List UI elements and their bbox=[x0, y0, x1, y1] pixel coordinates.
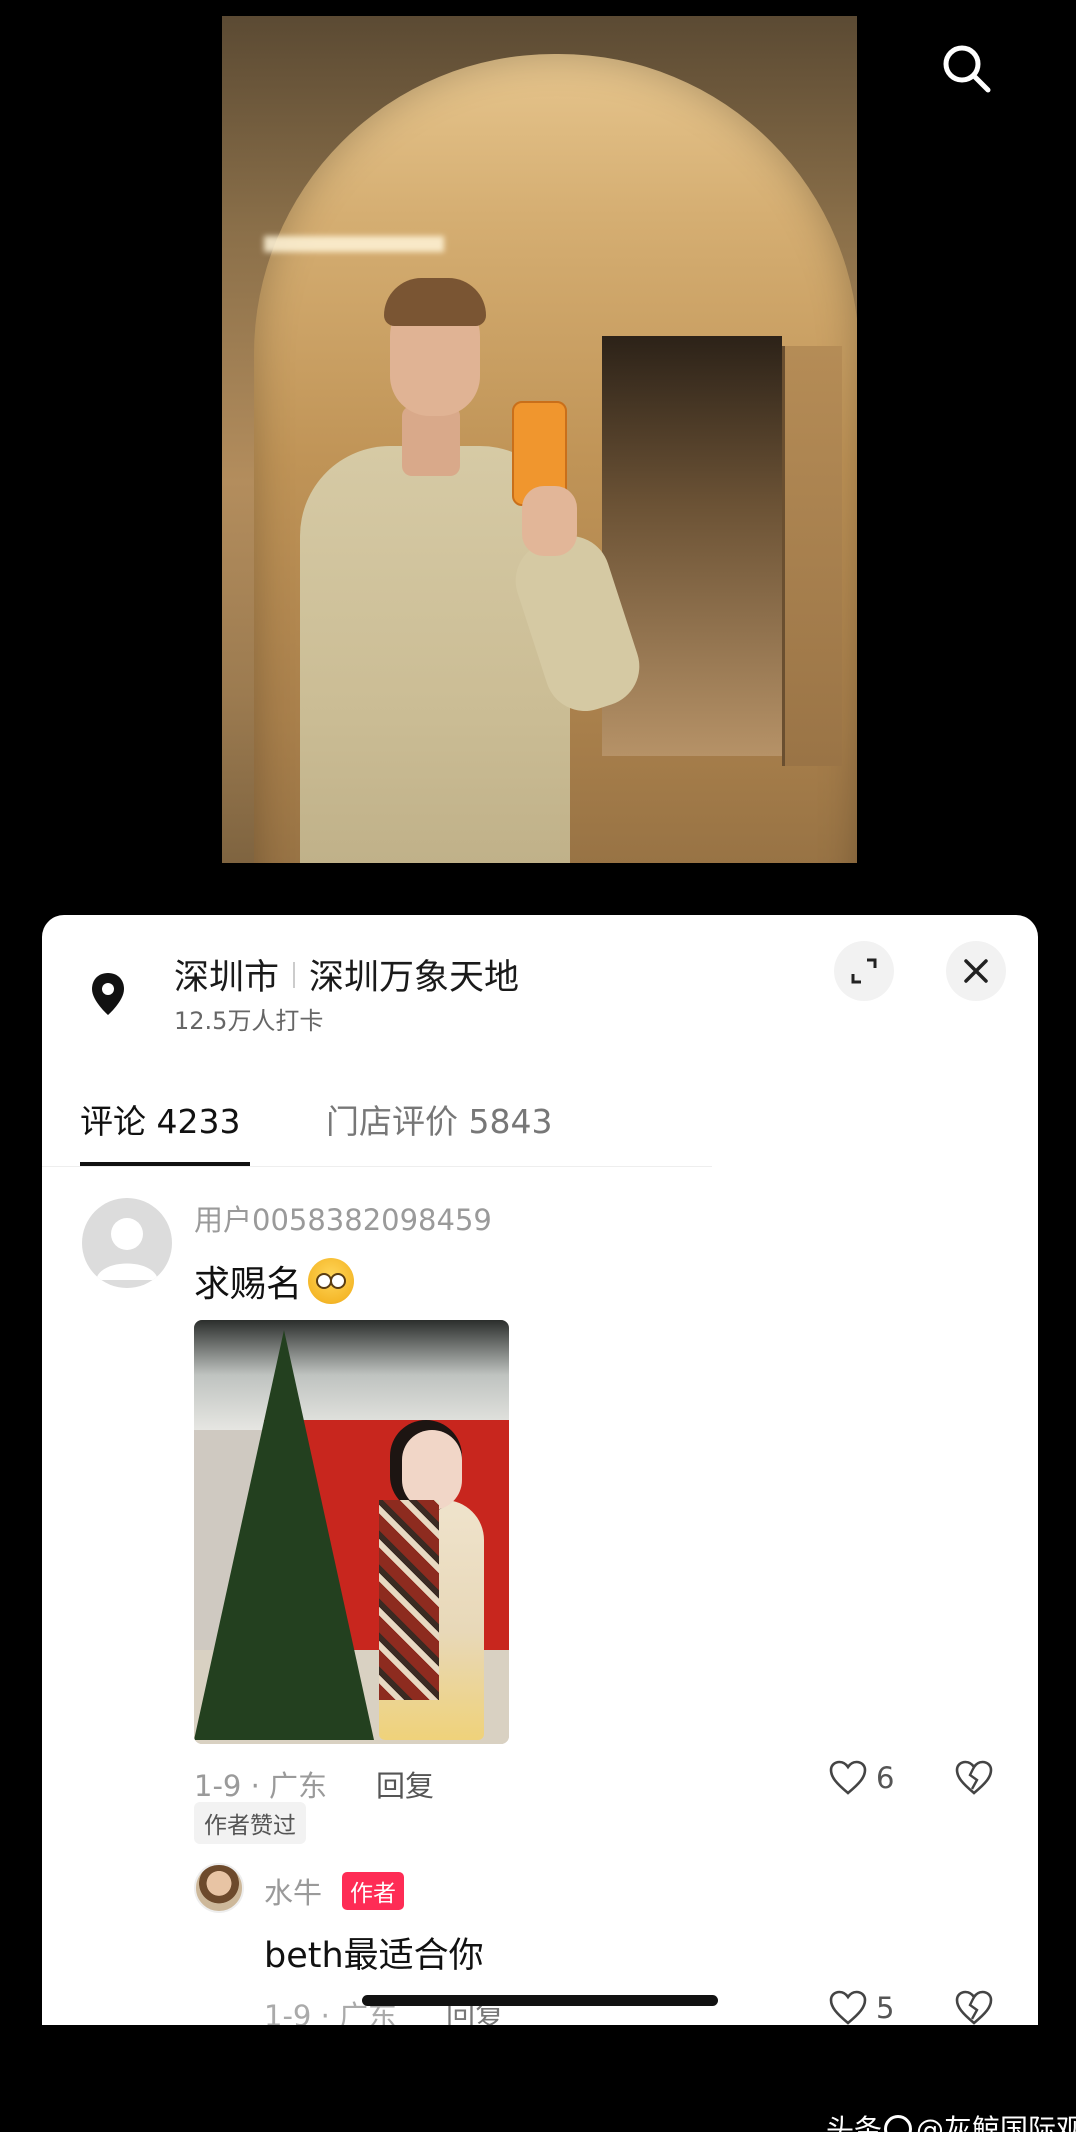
like-count: 6 bbox=[876, 1761, 895, 1795]
author-badge: 作者 bbox=[342, 1872, 404, 1910]
video-frame-mirror-selfie bbox=[222, 16, 857, 863]
pleading-face-emoji-icon bbox=[308, 1258, 355, 1304]
location-pin-icon bbox=[92, 973, 124, 1015]
broken-heart-icon bbox=[955, 1990, 993, 2025]
search-icon bbox=[943, 45, 991, 93]
watermark: 头条 @灰鲸国际观 bbox=[826, 2108, 1076, 2132]
tab-bar: 评论 4233 门店评价 5843 bbox=[80, 1095, 760, 1155]
reply-text: beth最适合你 bbox=[264, 1936, 484, 1976]
reply-button[interactable]: 回复 bbox=[376, 1763, 434, 1805]
comment-photo[interactable] bbox=[194, 1320, 509, 1744]
broken-heart-icon bbox=[955, 1760, 993, 1795]
expand-button[interactable] bbox=[834, 941, 894, 1001]
location-separator bbox=[293, 961, 296, 988]
photo-woman-head bbox=[402, 1430, 462, 1510]
search-button[interactable] bbox=[938, 40, 994, 96]
home-indicator[interactable] bbox=[362, 1995, 718, 2006]
reply-username[interactable]: 水牛 bbox=[264, 1870, 322, 1912]
photo-christmas-tree bbox=[194, 1330, 374, 1740]
toutiao-logo-icon bbox=[884, 2115, 913, 2132]
avatar[interactable] bbox=[82, 1198, 172, 1288]
reply-like-count: 5 bbox=[876, 1991, 895, 2025]
author-liked-tag: 作者赞过 bbox=[194, 1802, 306, 1844]
like-button[interactable]: 6 bbox=[828, 1759, 894, 1797]
watermark-prefix: 头条 bbox=[826, 2113, 883, 2132]
heart-icon bbox=[829, 1760, 867, 1795]
watermark-handle: @灰鲸国际观 bbox=[916, 2113, 1076, 2132]
location-city: 深圳市 bbox=[174, 958, 280, 998]
tab-comments[interactable]: 评论 4233 bbox=[80, 1095, 240, 1143]
person-neck bbox=[402, 406, 460, 476]
location-title[interactable]: 深圳市 深圳万象天地 bbox=[174, 949, 519, 1000]
reply-avatar[interactable] bbox=[194, 1863, 244, 1913]
location-place: 深圳万象天地 bbox=[309, 958, 520, 998]
reply-dislike-button[interactable] bbox=[954, 1989, 994, 2025]
comment-username[interactable]: 用户0058382098459 bbox=[194, 1197, 492, 1239]
default-user-icon bbox=[96, 1218, 158, 1280]
video-area[interactable] bbox=[0, 0, 1076, 915]
comment-date-region: 1-9 · 广东 bbox=[194, 1769, 328, 1803]
person-hair bbox=[384, 278, 486, 326]
person-hand bbox=[522, 486, 577, 556]
location-comments-sheet: 深圳市 深圳万象天地 12.5万人打卡 评论 4233 门店评价 5843 用户… bbox=[42, 915, 1038, 2025]
close-icon bbox=[964, 959, 988, 983]
comment-text: 求赐名 bbox=[194, 1255, 355, 1307]
reply-like-button[interactable]: 5 bbox=[828, 1989, 894, 2025]
ceiling-light bbox=[264, 236, 444, 252]
close-button[interactable] bbox=[946, 941, 1006, 1001]
tabs-divider bbox=[42, 1166, 712, 1167]
tab-store-reviews[interactable]: 门店评价 5843 bbox=[326, 1095, 552, 1143]
door bbox=[782, 346, 842, 766]
comment-body: 求赐名 bbox=[194, 1264, 303, 1305]
photo-plaid-scarf bbox=[379, 1500, 439, 1700]
heart-icon bbox=[829, 1990, 867, 2025]
expand-icon bbox=[851, 958, 877, 984]
dislike-button[interactable] bbox=[954, 1759, 994, 1801]
checkin-count: 12.5万人打卡 bbox=[174, 1007, 324, 1035]
